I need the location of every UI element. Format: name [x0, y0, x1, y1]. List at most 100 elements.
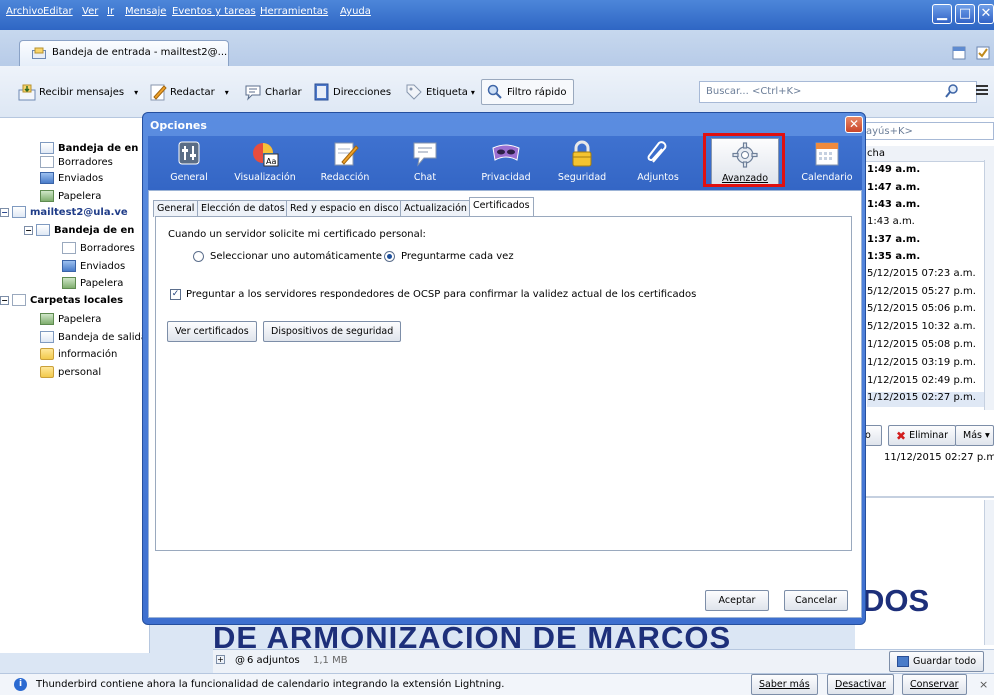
security-devices-button[interactable]: Dispositivos de seguridad: [263, 321, 402, 342]
pane-calendar[interactable]: Calendario: [794, 138, 860, 188]
folder-label: Papelera: [58, 313, 102, 325]
menu-ir[interactable]: Ir: [107, 6, 114, 17]
menu-mensaje[interactable]: Mensaje: [125, 6, 166, 17]
chat-button[interactable]: Charlar: [244, 80, 302, 104]
splitter[interactable]: [855, 496, 994, 498]
quickfilter-button[interactable]: Filtro rápido: [481, 79, 574, 105]
pane-general[interactable]: General: [156, 138, 222, 188]
tab-data-choices[interactable]: Elección de datos: [197, 200, 289, 217]
cancel-button[interactable]: Cancelar: [784, 590, 848, 611]
message-date-row[interactable]: 1:43 a.m.: [867, 216, 915, 231]
folder-item[interactable]: Enviados: [62, 258, 125, 274]
folder-item[interactable]: Papelera: [40, 188, 101, 204]
collapse-icon[interactable]: −: [0, 207, 9, 217]
close-dialog-button[interactable]: ✕: [845, 116, 863, 133]
pane-privacy[interactable]: Privacidad: [473, 138, 539, 188]
folder-item[interactable]: Papelera: [40, 311, 101, 327]
tab-general[interactable]: General: [153, 200, 199, 217]
message-date-row[interactable]: 1:37 a.m.: [867, 234, 920, 249]
ocsp-checkbox[interactable]: ✓ Preguntar a los servidores respondedor…: [170, 289, 696, 300]
folder-label: Bandeja de en: [58, 142, 139, 154]
accept-button[interactable]: Aceptar: [705, 590, 769, 611]
pane-security[interactable]: Seguridad: [549, 138, 615, 188]
collapse-icon[interactable]: −: [0, 295, 9, 305]
close-icon[interactable]: ×: [979, 678, 988, 691]
learn-more-button[interactable]: Saber más: [751, 674, 818, 695]
dropdown-icon[interactable]: ▾: [471, 88, 475, 97]
folder-item[interactable]: Borradores: [40, 154, 113, 170]
radio-button[interactable]: [193, 251, 204, 262]
dropdown-icon[interactable]: ▾: [134, 88, 138, 97]
keep-button[interactable]: Conservar: [902, 674, 967, 695]
tag-button[interactable]: Etiqueta ▾: [405, 80, 475, 104]
folder-item[interactable]: información: [40, 346, 117, 362]
save-all-button[interactable]: Guardar todo: [889, 651, 985, 672]
message-date-row[interactable]: 5/12/2015 05:06 p.m.: [867, 303, 976, 318]
tab-certificates[interactable]: Certificados: [469, 197, 534, 217]
radio-button[interactable]: [384, 251, 395, 262]
scrollbar[interactable]: [984, 500, 994, 645]
account-item[interactable]: − mailtest2@ula.ve: [0, 204, 128, 220]
disable-button[interactable]: Desactivar: [827, 674, 894, 695]
folder-item[interactable]: Papelera: [62, 275, 123, 291]
message-date-row[interactable]: 1:43 a.m.: [867, 199, 920, 214]
calendar-tab-icon[interactable]: [952, 46, 966, 60]
menu-ayuda[interactable]: Ayuda: [340, 6, 371, 17]
close-window-button[interactable]: ✕: [978, 4, 994, 24]
message-date-row[interactable]: 1:49 a.m.: [867, 164, 920, 179]
tasks-tab-icon[interactable]: [976, 46, 990, 60]
pane-display[interactable]: Aa Visualización: [232, 138, 298, 188]
pane-chat[interactable]: Chat: [392, 138, 458, 188]
pane-attachments[interactable]: Adjuntos: [625, 138, 691, 188]
search-input[interactable]: Buscar... <Ctrl+K>: [699, 81, 977, 103]
radio-ask[interactable]: Preguntarme cada vez: [384, 251, 514, 262]
folder-item[interactable]: Borradores: [62, 240, 135, 256]
message-date-row[interactable]: 1/12/2015 02:27 p.m.: [867, 392, 984, 407]
minimize-button[interactable]: ▁: [932, 4, 952, 24]
pane-composition[interactable]: Redacción: [312, 138, 378, 188]
message-date-row[interactable]: 1:47 a.m.: [867, 182, 920, 197]
view-certificates-button[interactable]: Ver certificados: [167, 321, 257, 342]
more-button[interactable]: Más ▾: [955, 425, 994, 446]
folder-item[interactable]: − Bandeja de en: [24, 222, 134, 238]
addressbook-button[interactable]: Direcciones: [312, 80, 391, 104]
checkbox[interactable]: ✓: [170, 289, 181, 300]
more-label: Más: [963, 430, 982, 441]
drafts-icon: [40, 156, 54, 168]
tab-network[interactable]: Red y espacio en disco: [286, 200, 403, 217]
message-search-input[interactable]: ayús+K>: [863, 122, 994, 140]
folder-label: Bandeja de en: [54, 224, 135, 236]
menu-archivo[interactable]: Archivo: [6, 6, 43, 17]
collapse-icon[interactable]: −: [24, 225, 33, 235]
search-icon[interactable]: [944, 83, 960, 99]
date-column-header[interactable]: cha: [863, 146, 994, 162]
folder-label: Papelera: [80, 277, 124, 289]
folder-item[interactable]: personal: [40, 364, 101, 380]
message-date-row[interactable]: 1/12/2015 03:19 p.m.: [867, 357, 976, 372]
menu-ver[interactable]: Ver: [82, 6, 98, 17]
message-date-row[interactable]: 5/12/2015 10:32 a.m.: [867, 321, 976, 336]
tab-update[interactable]: Actualización: [400, 200, 471, 217]
menu-eventos[interactable]: Eventos y tareas: [172, 6, 256, 17]
tab-inbox[interactable]: Bandeja de entrada - mailtest2@...: [19, 40, 229, 66]
folder-item[interactable]: Bandeja de salida: [40, 329, 147, 345]
dropdown-icon[interactable]: ▾: [225, 88, 229, 97]
message-date-row[interactable]: 5/12/2015 05:27 p.m.: [867, 286, 976, 301]
compose-button[interactable]: Redactar ▾: [149, 80, 229, 104]
message-date-row[interactable]: 1:35 a.m.: [867, 251, 920, 266]
receive-button[interactable]: Recibir mensajes ▾: [18, 80, 138, 104]
maximize-button[interactable]: □: [955, 4, 975, 24]
message-date-row[interactable]: 5/12/2015 07:23 a.m.: [867, 268, 976, 283]
expand-icon[interactable]: +: [216, 655, 225, 664]
delete-button[interactable]: ✖ Eliminar: [888, 425, 956, 446]
attachment-count[interactable]: 6 adjuntos: [247, 655, 300, 666]
local-folders-item[interactable]: − Carpetas locales: [0, 292, 123, 308]
app-menu-icon[interactable]: [975, 83, 989, 97]
menu-editar[interactable]: Editar: [43, 6, 73, 17]
menu-herramientas[interactable]: Herramientas: [260, 6, 328, 17]
radio-auto[interactable]: Seleccionar uno automáticamente: [193, 251, 382, 262]
scrollbar[interactable]: [984, 160, 994, 410]
folder-item[interactable]: Enviados: [40, 170, 103, 186]
message-date-row[interactable]: 1/12/2015 05:08 p.m.: [867, 339, 976, 354]
message-date-row[interactable]: 1/12/2015 02:49 p.m.: [867, 375, 976, 390]
